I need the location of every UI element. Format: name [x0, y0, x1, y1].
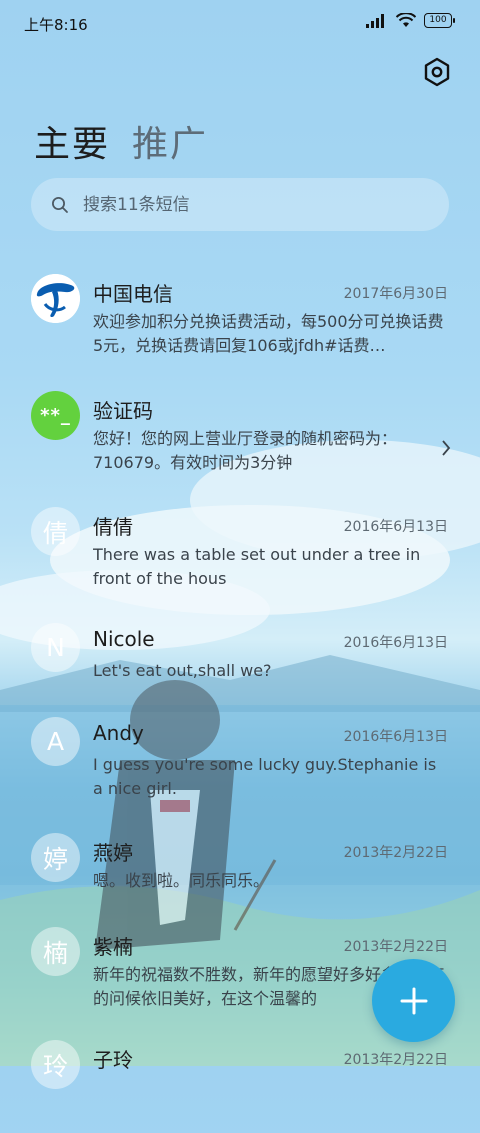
telecom-logo-icon [31, 274, 80, 323]
tab-main[interactable]: 主要 [34, 115, 110, 167]
search-icon [52, 196, 68, 213]
contact-name: 子玲 [93, 1048, 133, 1072]
conversation-item[interactable]: 倩 倩倩 2016年6月13日 There was a table set ou… [0, 495, 480, 600]
avatar: 婷 [31, 833, 80, 882]
contact-name: 燕婷 [93, 841, 133, 865]
conversation-item[interactable]: 婷 燕婷 2013年2月22日 嗯。收到啦。同乐同乐。 [0, 821, 480, 926]
message-date: 2013年2月22日 [343, 939, 448, 955]
search-input[interactable] [81, 193, 385, 216]
message-preview: 嗯。收到啦。同乐同乐。 [93, 871, 270, 890]
settings-hexagon-icon[interactable] [420, 55, 454, 89]
tab-promotions[interactable]: 推广 [132, 115, 208, 167]
status-icons: 100 [366, 13, 455, 28]
search-bar[interactable] [31, 178, 449, 231]
contact-name: Andy [93, 721, 144, 745]
wifi-icon [396, 13, 416, 27]
message-date: 2016年6月13日 [343, 519, 448, 535]
avatar: A [31, 717, 80, 766]
contact-name: 紫楠 [93, 935, 133, 959]
conversation-item[interactable]: N Nicole 2016年6月13日 Let's eat out,shall … [0, 611, 480, 716]
message-preview: There was a table set out under a tree i… [93, 545, 421, 588]
conversation-item[interactable]: 玲 子玲 2013年2月22日 [0, 1028, 480, 1133]
contact-name: 中国电信 [93, 282, 173, 306]
avatar [31, 274, 80, 323]
status-time: 上午8:16 [24, 16, 88, 34]
message-date: 2013年2月22日 [343, 1052, 448, 1068]
plus-icon [400, 987, 427, 1014]
avatar: 玲 [31, 1040, 80, 1089]
conversation-item[interactable]: **_ 验证码 您好！您的网上营业厅登录的随机密码为：710679。有效时间为3… [0, 379, 480, 484]
message-date: 2016年6月13日 [343, 635, 448, 651]
compose-button[interactable] [372, 959, 455, 1042]
message-date: 2013年2月22日 [343, 845, 448, 861]
contact-name: Nicole [93, 627, 155, 651]
message-date: 2016年6月13日 [343, 729, 448, 745]
message-preview: I guess you're some lucky guy.Stephanie … [93, 755, 437, 798]
message-preview: 欢迎参加积分兑换话费活动，每500分可兑换话费5元，兑换话费请回复106或jfd… [93, 312, 444, 355]
avatar: N [31, 623, 80, 672]
message-date: 2017年6月30日 [343, 286, 448, 302]
tab-bar: 主要 推广 [34, 115, 208, 167]
contact-name: 验证码 [93, 399, 153, 423]
message-preview: Let's eat out,shall we? [93, 661, 272, 680]
battery-icon: 100 [424, 13, 455, 28]
signal-icon [366, 13, 384, 28]
conversation-item[interactable]: 中国电信 2017年6月30日 欢迎参加积分兑换话费活动，每500分可兑换话费5… [0, 262, 480, 367]
contact-name: 倩倩 [93, 515, 133, 539]
status-bar: 上午8:16 100 [0, 0, 480, 46]
conversation-item[interactable]: A Andy 2016年6月13日 I guess you're some lu… [0, 705, 480, 810]
avatar: **_ [31, 391, 80, 440]
avatar: 楠 [31, 927, 80, 976]
avatar: 倩 [31, 507, 80, 556]
chevron-right-icon[interactable] [440, 439, 452, 457]
message-preview: 您好！您的网上营业厅登录的随机密码为：710679。有效时间为3分钟 [93, 429, 398, 472]
